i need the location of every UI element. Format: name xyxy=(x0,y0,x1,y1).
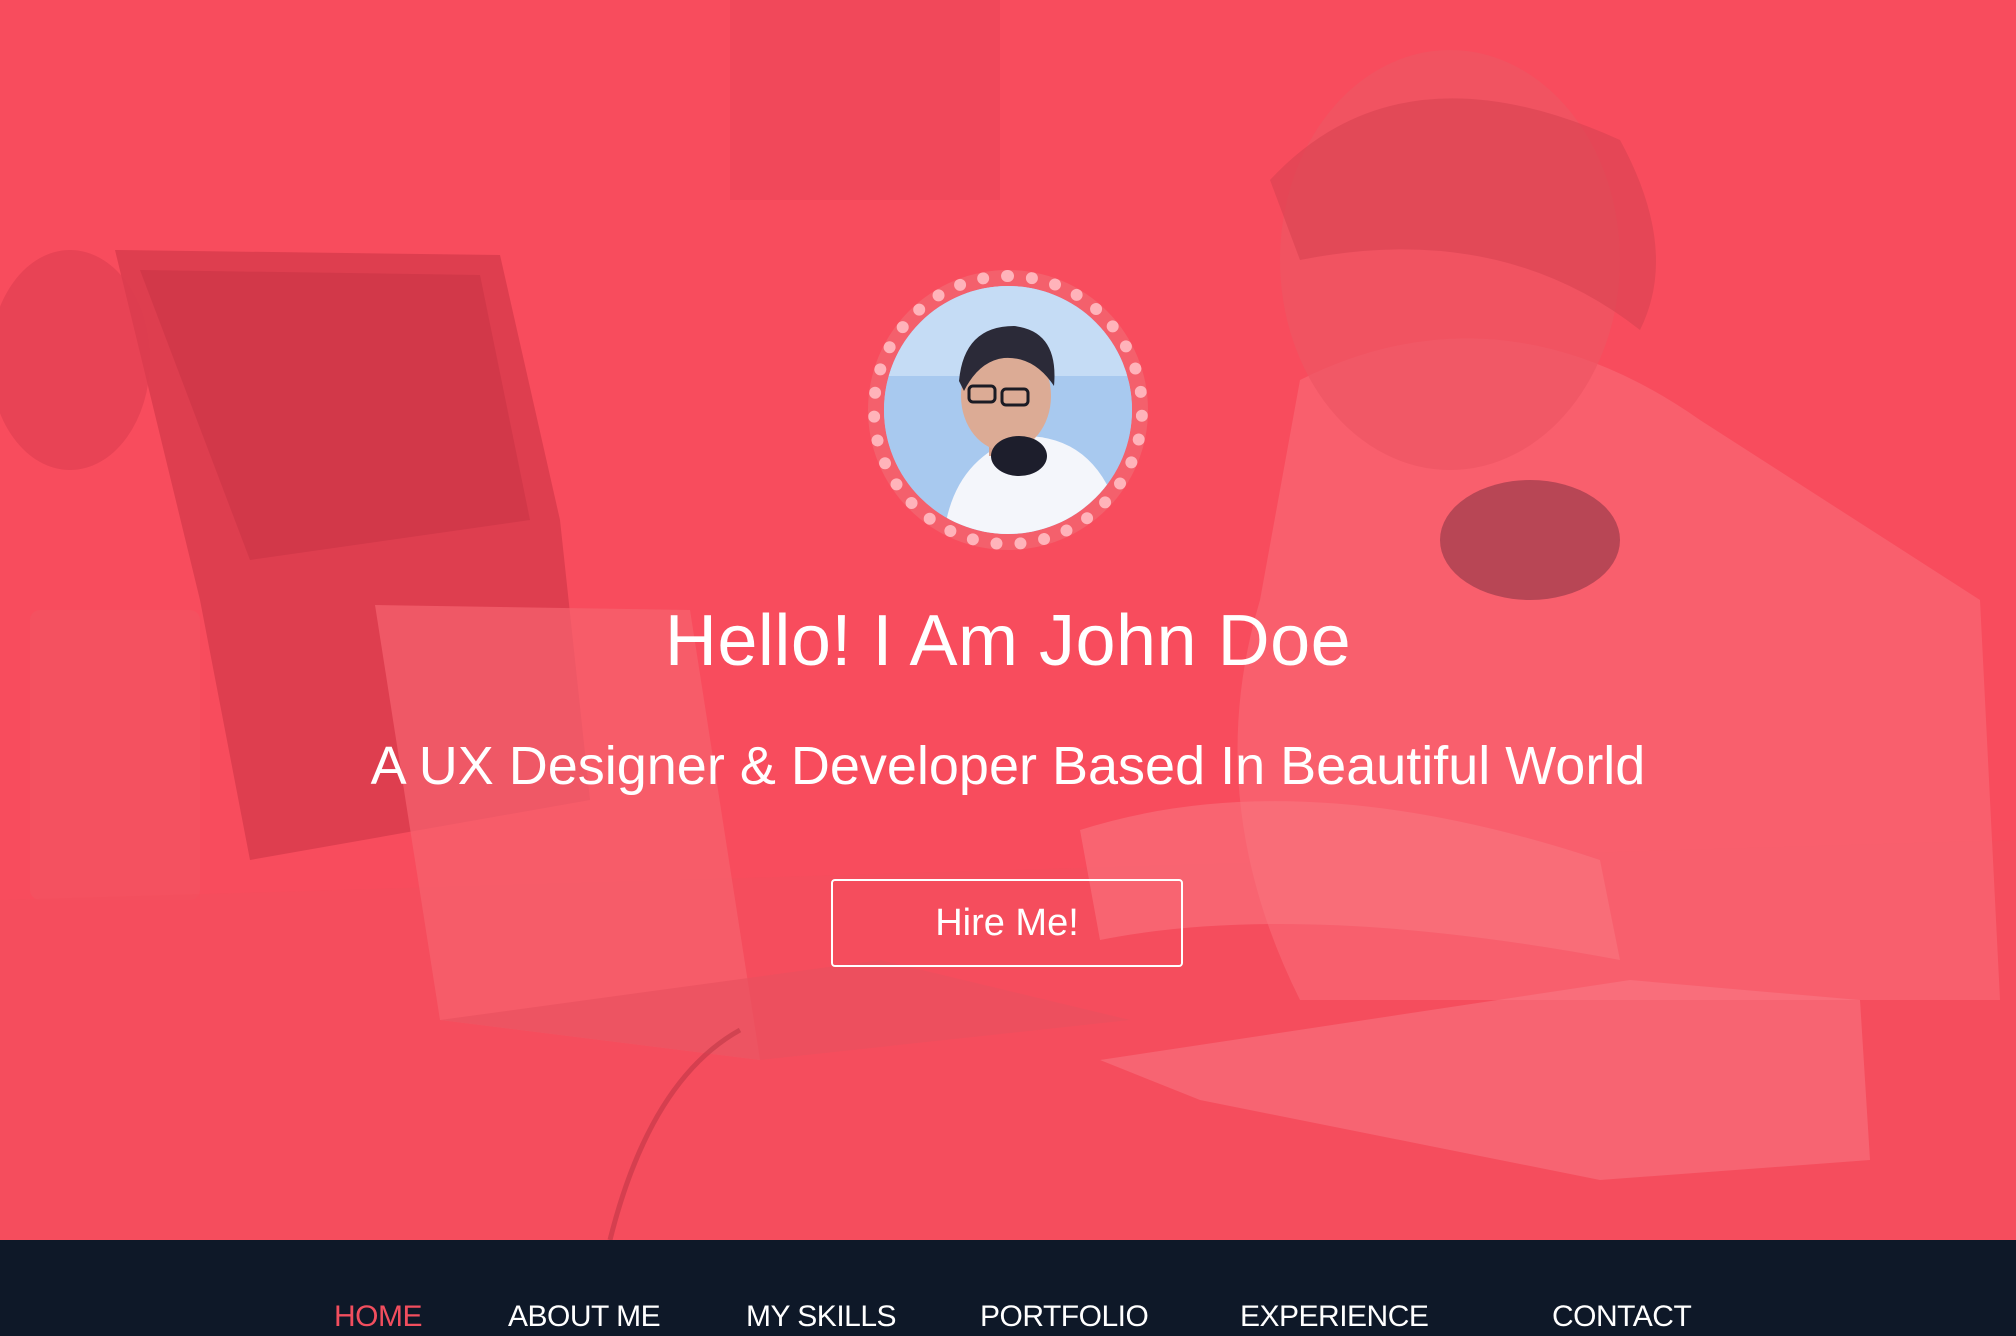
hero-greeting: Hello! I Am John Doe xyxy=(664,601,1352,681)
nav-item-home[interactable]: HOME xyxy=(334,1300,423,1334)
nav-item-contact[interactable]: CONTACT xyxy=(1552,1300,1692,1334)
hero-section: Hello! I Am John Doe A UX Designer & Dev… xyxy=(0,0,2016,1240)
nav-item-portfolio[interactable]: PORTFOLIO xyxy=(980,1300,1149,1334)
nav-item-about-me[interactable]: ABOUT ME xyxy=(508,1300,661,1334)
avatar-photo xyxy=(884,286,1132,534)
hero-tagline: A UX Designer & Developer Based In Beaut… xyxy=(370,736,1646,796)
avatar xyxy=(884,286,1132,534)
avatar-frame xyxy=(868,270,1148,550)
nav-item-experience[interactable]: EXPERIENCE xyxy=(1240,1300,1429,1334)
nav-item-my-skills[interactable]: MY SKILLS xyxy=(746,1300,897,1334)
hire-me-button[interactable]: Hire Me! xyxy=(831,879,1183,967)
hero-content: Hello! I Am John Doe A UX Designer & Dev… xyxy=(0,0,2016,1240)
